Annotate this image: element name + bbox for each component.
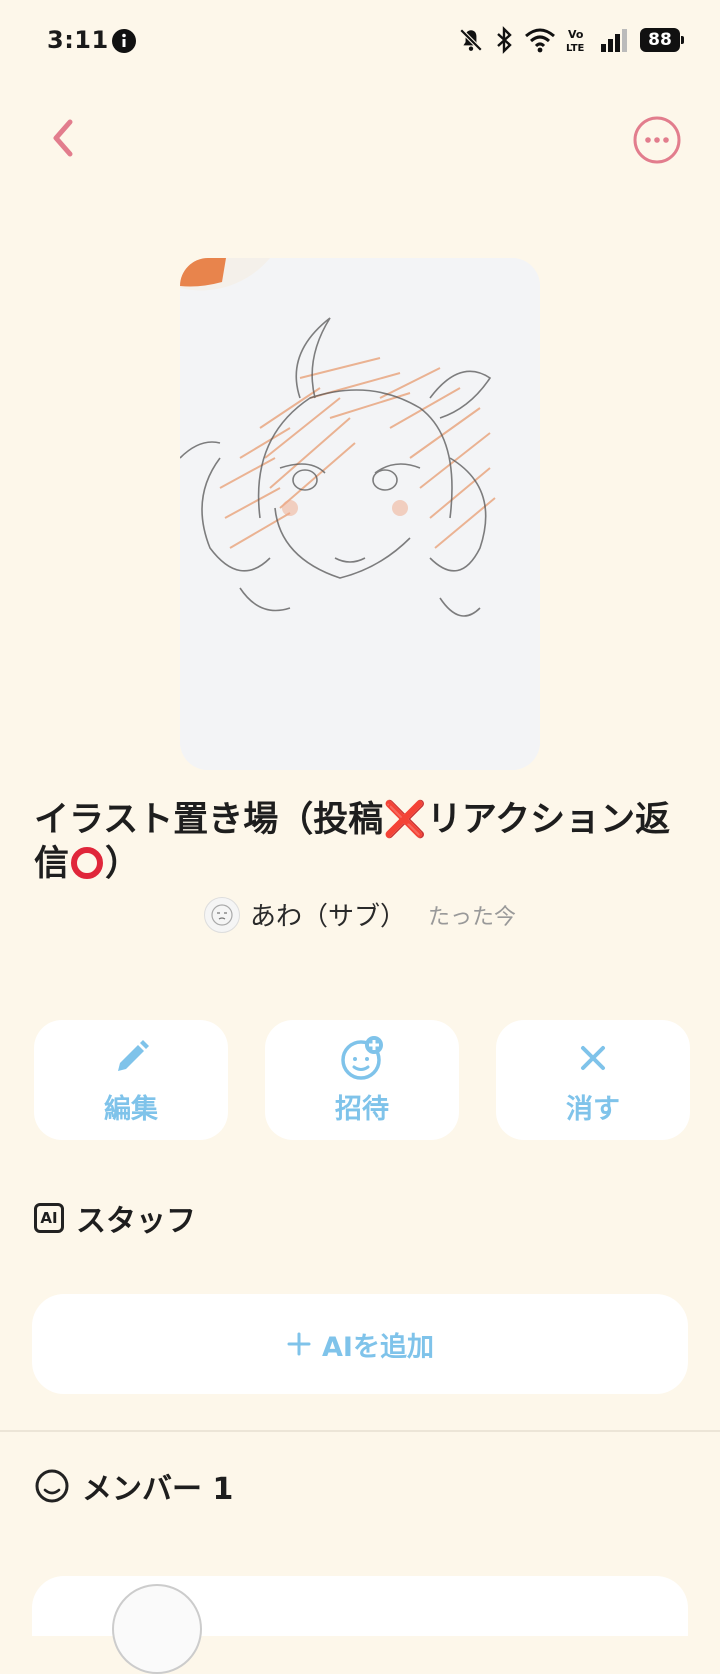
author-row: あわ（サブ） たった今 — [0, 896, 720, 933]
posted-time: たった今 — [428, 904, 517, 930]
add-ai-label: AIを追加 — [322, 1331, 434, 1363]
edit-button[interactable]: 編集 — [34, 1020, 228, 1140]
edit-label: 編集 — [104, 1093, 158, 1125]
signal-icon — [601, 29, 627, 52]
status-bar: 3:11 Vo LTE 88 — [0, 0, 720, 84]
cross-mark-icon: ❌ — [383, 800, 427, 840]
avatar[interactable] — [203, 896, 240, 933]
members-label: メンバー 1 — [82, 1472, 234, 1507]
staff-section-title: AI スタッフ — [34, 1196, 196, 1240]
staff-label: スタッフ — [76, 1204, 196, 1239]
battery-icon: 88 — [640, 28, 684, 52]
volte-icon: Vo LTE — [566, 28, 585, 53]
pencil-icon — [118, 1039, 149, 1071]
svg-text:LTE: LTE — [566, 43, 585, 53]
bluetooth-icon — [497, 26, 512, 54]
board-title: イラスト置き場（投稿❌リアクション返信） — [34, 798, 694, 886]
avatar-face-icon — [211, 903, 233, 926]
more-options-button[interactable] — [632, 115, 682, 165]
face-icon — [35, 1469, 69, 1503]
close-icon — [581, 1045, 605, 1070]
ai-icon: AI — [34, 1203, 64, 1233]
chevron-left-icon — [53, 119, 73, 157]
title-text-end: ） — [105, 844, 141, 884]
status-icons: Vo LTE 88 — [458, 24, 684, 56]
cover-illustration[interactable] — [180, 258, 540, 770]
add-ai-button[interactable]: AIを追加 — [32, 1294, 688, 1394]
title-text-1: イラスト置き場（投稿 — [34, 800, 384, 840]
members-section-title: メンバー 1 — [34, 1464, 233, 1508]
info-icon — [112, 29, 136, 53]
delete-button[interactable]: 消す — [496, 1020, 690, 1140]
action-buttons: 編集 招待 消す — [34, 1020, 690, 1140]
add-face-icon — [341, 1035, 383, 1080]
wifi-icon — [525, 28, 555, 53]
avatar[interactable] — [112, 1584, 202, 1674]
author-name[interactable]: あわ（サブ） — [250, 896, 406, 933]
bell-off-icon — [459, 28, 483, 52]
back-button[interactable] — [40, 108, 88, 168]
invite-label: 招待 — [335, 1093, 389, 1125]
delete-label: 消す — [566, 1093, 620, 1125]
divider — [0, 1430, 720, 1432]
more-horizontal-icon — [633, 116, 681, 164]
member-list — [32, 1576, 688, 1674]
plus-icon — [287, 1332, 311, 1356]
svg-text:Vo: Vo — [568, 28, 584, 41]
circle-mark-icon — [71, 847, 104, 879]
invite-button[interactable]: 招待 — [265, 1020, 459, 1140]
status-time: 3:11 — [47, 26, 109, 54]
sketch-image — [180, 258, 540, 770]
